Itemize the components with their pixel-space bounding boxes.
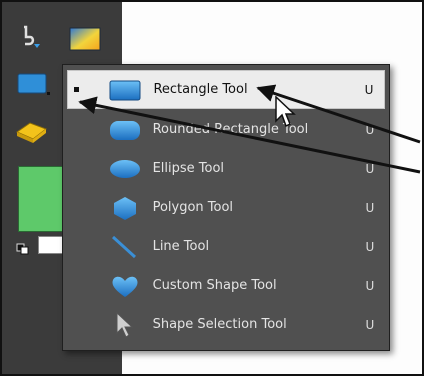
shortcut-key: U (365, 161, 375, 176)
menu-item-ellipse-tool[interactable]: Ellipse Tool U (67, 149, 385, 188)
shortcut-key: U (365, 200, 375, 215)
menu-item-shape-selection-tool[interactable]: Shape Selection Tool U (67, 305, 385, 344)
shape-selection-arrow-icon (107, 311, 143, 338)
active-tool-bullet (68, 87, 85, 92)
shortcut-key: U (365, 239, 375, 254)
app-window: Rectangle Tool U Rounded Rectangle Tool … (0, 0, 424, 376)
mouse-cursor-icon (274, 95, 298, 130)
menu-item-rounded-rectangle-tool[interactable]: Rounded Rectangle Tool U (67, 110, 385, 149)
rounded-rectangle-shape-icon (107, 117, 143, 143)
menu-item-label: Shape Selection Tool (152, 317, 287, 332)
ellipse-shape-icon (107, 156, 143, 182)
default-colors-icon[interactable] (16, 240, 32, 255)
shortcut-key: U (365, 317, 375, 332)
menu-item-label: Line Tool (152, 239, 210, 254)
eraser-paint-bucket-icon[interactable] (14, 116, 50, 146)
background-color-swatch[interactable] (38, 236, 64, 254)
menu-item-polygon-tool[interactable]: Polygon Tool U (67, 188, 385, 227)
shortcut-key: U (364, 82, 374, 97)
custom-shape-heart-icon (107, 273, 143, 299)
shortcut-key: U (365, 278, 375, 293)
menu-item-label: Ellipse Tool (152, 161, 225, 176)
rectangle-tool-icon[interactable] (16, 72, 50, 96)
menu-item-label: Polygon Tool (152, 200, 234, 215)
gradient-tool-icon[interactable] (68, 26, 102, 52)
polygon-shape-icon (107, 195, 143, 221)
line-shape-icon (107, 234, 143, 260)
menu-item-label: Rounded Rectangle Tool (152, 122, 309, 137)
shape-tools-flyout-menu: Rectangle Tool U Rounded Rectangle Tool … (62, 64, 390, 351)
menu-item-custom-shape-tool[interactable]: Custom Shape Tool U (67, 266, 385, 305)
pen-tool-icon[interactable] (16, 24, 42, 50)
menu-item-label: Rectangle Tool (153, 82, 248, 97)
menu-item-rectangle-tool[interactable]: Rectangle Tool U (67, 70, 385, 109)
menu-item-label: Custom Shape Tool (152, 278, 277, 293)
rectangle-shape-icon (107, 77, 143, 103)
shortcut-key: U (365, 122, 375, 137)
foreground-color-swatch[interactable] (18, 166, 66, 232)
menu-item-line-tool[interactable]: Line Tool U (67, 227, 385, 266)
